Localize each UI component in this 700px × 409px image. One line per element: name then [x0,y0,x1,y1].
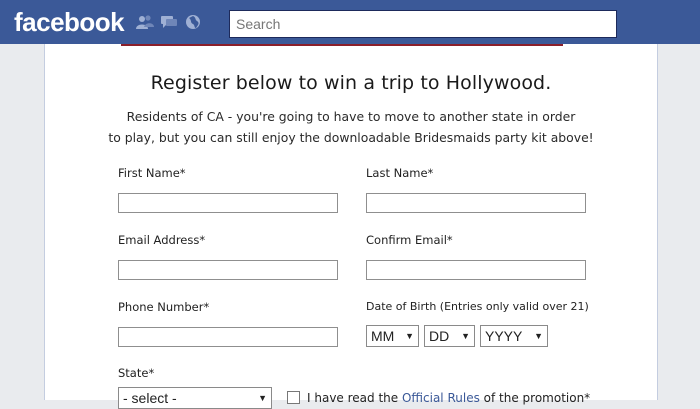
last-name-field[interactable] [366,193,586,213]
dob-day-value: DD [429,328,450,344]
email-label: Email Address* [118,233,206,247]
official-rules-text: I have read the Official Rules of the pr… [307,391,590,405]
dob-month-value: MM [371,328,395,344]
page-title: Register below to win a trip to Hollywoo… [150,72,552,94]
confirm-email-field[interactable] [366,260,586,280]
messages-icon[interactable] [160,14,178,30]
dob-year-select[interactable]: YYYY ▼ [480,325,548,347]
terms-suffix: of the promotion* [479,391,591,405]
state-select[interactable]: - select - ▼ [118,387,272,409]
dob-month-select[interactable]: MM ▼ [366,325,419,347]
first-name-label: First Name* [118,166,186,180]
phone-label: Phone Number* [118,300,210,314]
state-label: State* [118,366,155,380]
last-name-label: Last Name* [366,166,434,180]
terms-prefix: I have read the [307,391,402,405]
divider-line [121,44,563,46]
dob-day-select[interactable]: DD ▼ [424,325,475,347]
chevron-down-icon: ▼ [405,331,414,341]
chevron-down-icon: ▼ [534,331,543,341]
notification-jewels [136,14,202,30]
official-rules-link[interactable]: Official Rules [402,391,480,405]
confirm-email-label: Confirm Email* [366,233,453,247]
chevron-down-icon: ▼ [461,331,470,341]
state-value: - select - [123,390,177,406]
chevron-down-icon: ▼ [258,393,267,403]
facebook-logo[interactable]: facebook [14,7,125,38]
phone-field[interactable] [118,327,338,347]
notice-line-2: to play, but you can still enjoy the dow… [108,130,594,145]
search-input[interactable] [229,10,617,38]
email-field[interactable] [118,260,338,280]
top-bar: facebook [0,0,700,44]
notifications-globe-icon[interactable] [184,14,202,30]
notice-line-1: Residents of CA - you're going to have t… [126,109,576,124]
friends-icon[interactable] [136,14,154,30]
dob-year-value: YYYY [485,328,523,344]
first-name-field[interactable] [118,193,338,213]
registration-page: Register below to win a trip to Hollywoo… [44,44,658,409]
residency-notice: Residents of CA - you're going to have t… [45,106,657,148]
official-rules-checkbox[interactable] [287,391,300,404]
dob-label: Date of Birth (Entries only valid over 2… [366,300,589,313]
